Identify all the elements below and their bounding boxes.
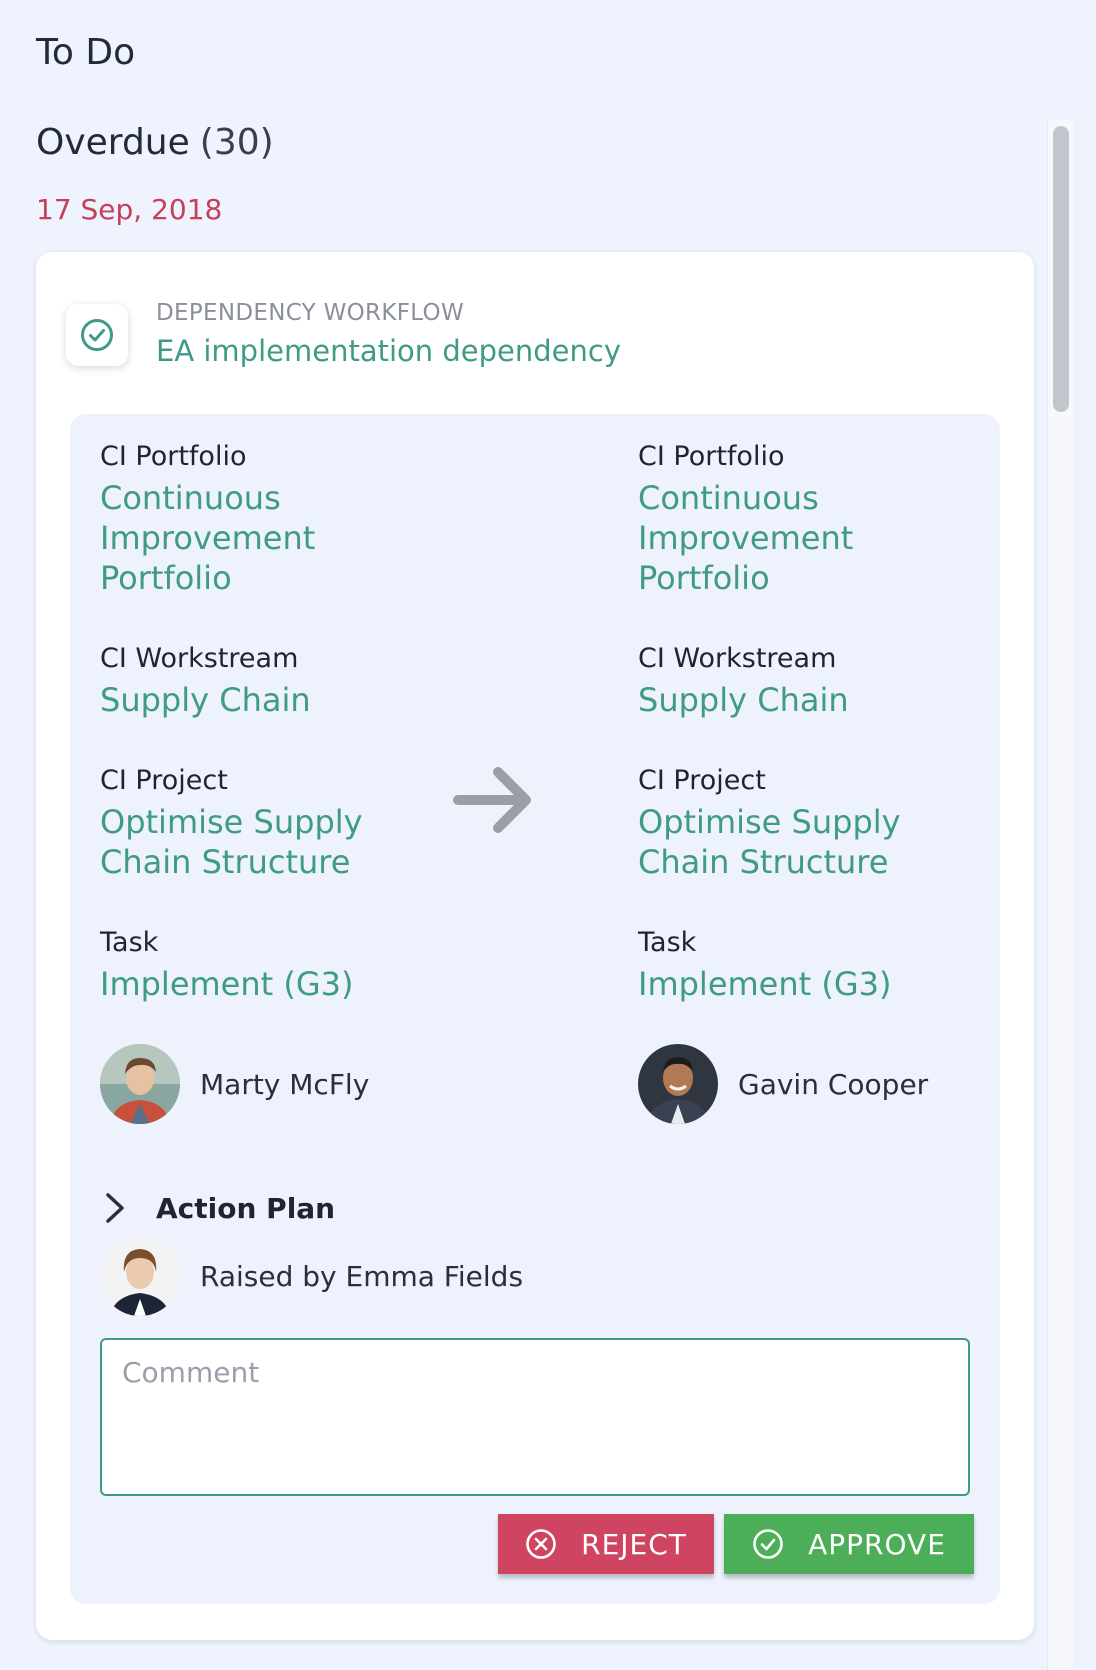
workstream-link[interactable]: Supply Chain xyxy=(638,680,998,720)
field-label: CI Project xyxy=(100,765,228,796)
source-field-workstream: CI Workstream Supply Chain xyxy=(100,638,460,720)
target-column: CI Portfolio Continuous Improvement Port… xyxy=(638,436,998,1124)
field-label: CI Portfolio xyxy=(100,441,247,472)
target-owner: Gavin Cooper xyxy=(638,1044,998,1124)
approve-label: APPROVE xyxy=(808,1527,946,1561)
due-date: 17 Sep, 2018 xyxy=(36,193,223,226)
target-field-portfolio: CI Portfolio Continuous Improvement Port… xyxy=(638,436,998,598)
overdue-label: Overdue xyxy=(36,122,190,163)
chevron-right-icon xyxy=(106,1193,124,1223)
workstream-link[interactable]: Supply Chain xyxy=(100,680,460,720)
reject-button[interactable]: REJECT xyxy=(498,1514,714,1574)
source-field-task: Task Implement (G3) xyxy=(100,922,460,1004)
field-label: CI Portfolio xyxy=(638,441,785,472)
avatar xyxy=(100,1044,180,1124)
avatar xyxy=(100,1236,180,1316)
workflow-card: DEPENDENCY WORKFLOW EA implementation de… xyxy=(36,252,1034,1640)
field-label: Task xyxy=(100,927,159,958)
project-link[interactable]: Optimise Supply Chain Structure xyxy=(100,802,460,882)
page-title: To Do xyxy=(36,32,136,73)
overdue-heading: Overdue (30) xyxy=(36,122,274,163)
overdue-count: (30) xyxy=(199,122,274,163)
project-link[interactable]: Optimise Supply Chain Structure xyxy=(638,802,998,882)
field-label: Task xyxy=(638,927,697,958)
check-circle-icon xyxy=(81,319,113,351)
target-field-project: CI Project Optimise Supply Chain Structu… xyxy=(638,760,998,882)
avatar xyxy=(638,1044,718,1124)
target-field-task: Task Implement (G3) xyxy=(638,922,998,1004)
task-link[interactable]: Implement (G3) xyxy=(638,964,998,1004)
action-plan-toggle[interactable]: Action Plan xyxy=(100,1190,335,1226)
person-name: Marty McFly xyxy=(200,1067,370,1101)
source-field-project: CI Project Optimise Supply Chain Structu… xyxy=(100,760,460,882)
x-circle-icon xyxy=(526,1529,556,1559)
scrollbar-thumb[interactable] xyxy=(1053,126,1069,412)
arrow-right-icon xyxy=(453,767,531,833)
action-plan-label: Action Plan xyxy=(156,1191,336,1225)
raised-by: Raised by Emma Fields xyxy=(100,1236,523,1316)
person-name: Gavin Cooper xyxy=(738,1067,929,1101)
check-circle-icon xyxy=(753,1529,783,1559)
portfolio-link[interactable]: Continuous Improvement Portfolio xyxy=(100,478,460,598)
dependency-panel: CI Portfolio Continuous Improvement Port… xyxy=(70,414,1000,1604)
portfolio-link[interactable]: Continuous Improvement Portfolio xyxy=(638,478,998,598)
field-label: CI Workstream xyxy=(638,643,837,674)
comment-input[interactable] xyxy=(100,1338,970,1496)
approve-button[interactable]: APPROVE xyxy=(724,1514,974,1574)
reject-label: REJECT xyxy=(581,1527,687,1561)
field-label: CI Workstream xyxy=(100,643,299,674)
target-field-workstream: CI Workstream Supply Chain xyxy=(638,638,998,720)
workflow-type: DEPENDENCY WORKFLOW xyxy=(156,300,464,326)
source-owner: Marty McFly xyxy=(100,1044,460,1124)
workflow-name-link[interactable]: EA implementation dependency xyxy=(156,334,621,368)
task-link[interactable]: Implement (G3) xyxy=(100,964,460,1004)
source-field-portfolio: CI Portfolio Continuous Improvement Port… xyxy=(100,436,460,598)
raised-by-text: Raised by Emma Fields xyxy=(200,1259,524,1293)
workflow-icon-box xyxy=(66,304,128,366)
field-label: CI Project xyxy=(638,765,766,796)
source-column: CI Portfolio Continuous Improvement Port… xyxy=(100,436,460,1124)
